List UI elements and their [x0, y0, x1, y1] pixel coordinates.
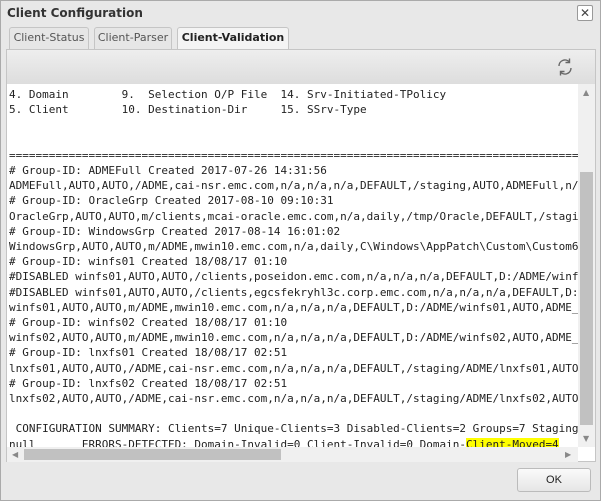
validation-panel: 4. Domain 9. Selection O/P File 14. Srv-… — [6, 49, 596, 462]
log-line: CONFIGURATION SUMMARY: Clients=7 Unique-… — [9, 422, 578, 436]
scroll-right-icon[interactable]: ▶ — [565, 450, 571, 459]
client-configuration-dialog: Client Configuration ✕ Client-Status Cli… — [0, 0, 601, 501]
log-line: winfs02,AUTO,AUTO,m/ADME,mwin10.emc.com,… — [9, 331, 578, 345]
horizontal-scroll-thumb[interactable] — [24, 449, 281, 460]
tab-bar: Client-Status Client-Parser Client-Valid… — [6, 27, 596, 50]
log-line: OracleGrp,AUTO,AUTO,m/clients,mcai-oracl… — [9, 209, 578, 223]
scroll-down-icon[interactable]: ▼ — [583, 434, 589, 443]
log-line: lnxfs02,AUTO,AUTO,/ADME,cai-nsr.emc.com,… — [9, 392, 578, 406]
log-line: 4. Domain 9. Selection O/P File 14. Srv-… — [9, 88, 447, 101]
log-line: #DISABLED winfs01,AUTO,AUTO,/clients,pos… — [9, 270, 578, 284]
close-icon[interactable]: ✕ — [577, 5, 593, 21]
horizontal-scrollbar[interactable]: ◀ ▶ — [7, 447, 578, 462]
log-line: # Group-ID: lnxfs02 Created 18/08/17 02:… — [9, 376, 288, 390]
dialog-title: Client Configuration — [7, 6, 143, 20]
log-line: ========================================… — [9, 148, 578, 162]
errors-line: null ERRORS-DETECTED: Domain-Invalid=0 C… — [9, 437, 466, 447]
scroll-left-icon[interactable]: ◀ — [12, 450, 18, 459]
log-line: # Group-ID: winfs02 Created 18/08/17 01:… — [9, 316, 288, 330]
tab-client-parser[interactable]: Client-Parser — [94, 27, 172, 49]
log-line: # Group-ID: lnxfs01 Created 18/08/17 02:… — [9, 346, 288, 360]
log-text: 4. Domain 9. Selection O/P File 14. Srv-… — [7, 84, 578, 447]
ok-button[interactable]: OK — [517, 468, 591, 492]
log-line: ADMEFull,AUTO,AUTO,/ADME,cai-nsr.emc.com… — [9, 179, 578, 193]
highlighted-error: Client-Moved=4 — [465, 437, 559, 447]
log-line: 5. Client 10. Destination-Dir 15. SSrv-T… — [9, 103, 367, 117]
log-line: WindowsGrp,AUTO,AUTO,m/ADME,mwin10.emc.c… — [9, 240, 578, 254]
log-line: #DISABLED winfs01,AUTO,AUTO,/clients,egc… — [9, 285, 578, 299]
log-line: lnxfs01,AUTO,AUTO,/ADME,cai-nsr.emc.com,… — [9, 361, 578, 375]
vertical-scroll-thumb[interactable] — [580, 172, 593, 425]
log-line: # Group-ID: winfs01 Created 18/08/17 01:… — [9, 255, 288, 269]
log-line: winfs01,AUTO,AUTO,m/ADME,mwin10.emc.com,… — [9, 300, 578, 314]
tab-client-validation[interactable]: Client-Validation — [177, 27, 289, 50]
log-line: # Group-ID: WindowsGrp Created 2017-08-1… — [9, 224, 341, 238]
toolbar — [7, 50, 595, 84]
log-line: # Group-ID: ADMEFull Created 2017-07-26 … — [9, 164, 327, 178]
scroll-up-icon[interactable]: ▲ — [583, 88, 589, 97]
tab-client-status[interactable]: Client-Status — [9, 27, 89, 49]
vertical-scrollbar[interactable]: ▲ ▼ — [578, 84, 595, 447]
log-line: # Group-ID: OracleGrp Created 2017-08-10… — [9, 194, 334, 208]
refresh-icon[interactable] — [555, 57, 575, 77]
log-output[interactable]: 4. Domain 9. Selection O/P File 14. Srv-… — [7, 84, 578, 447]
